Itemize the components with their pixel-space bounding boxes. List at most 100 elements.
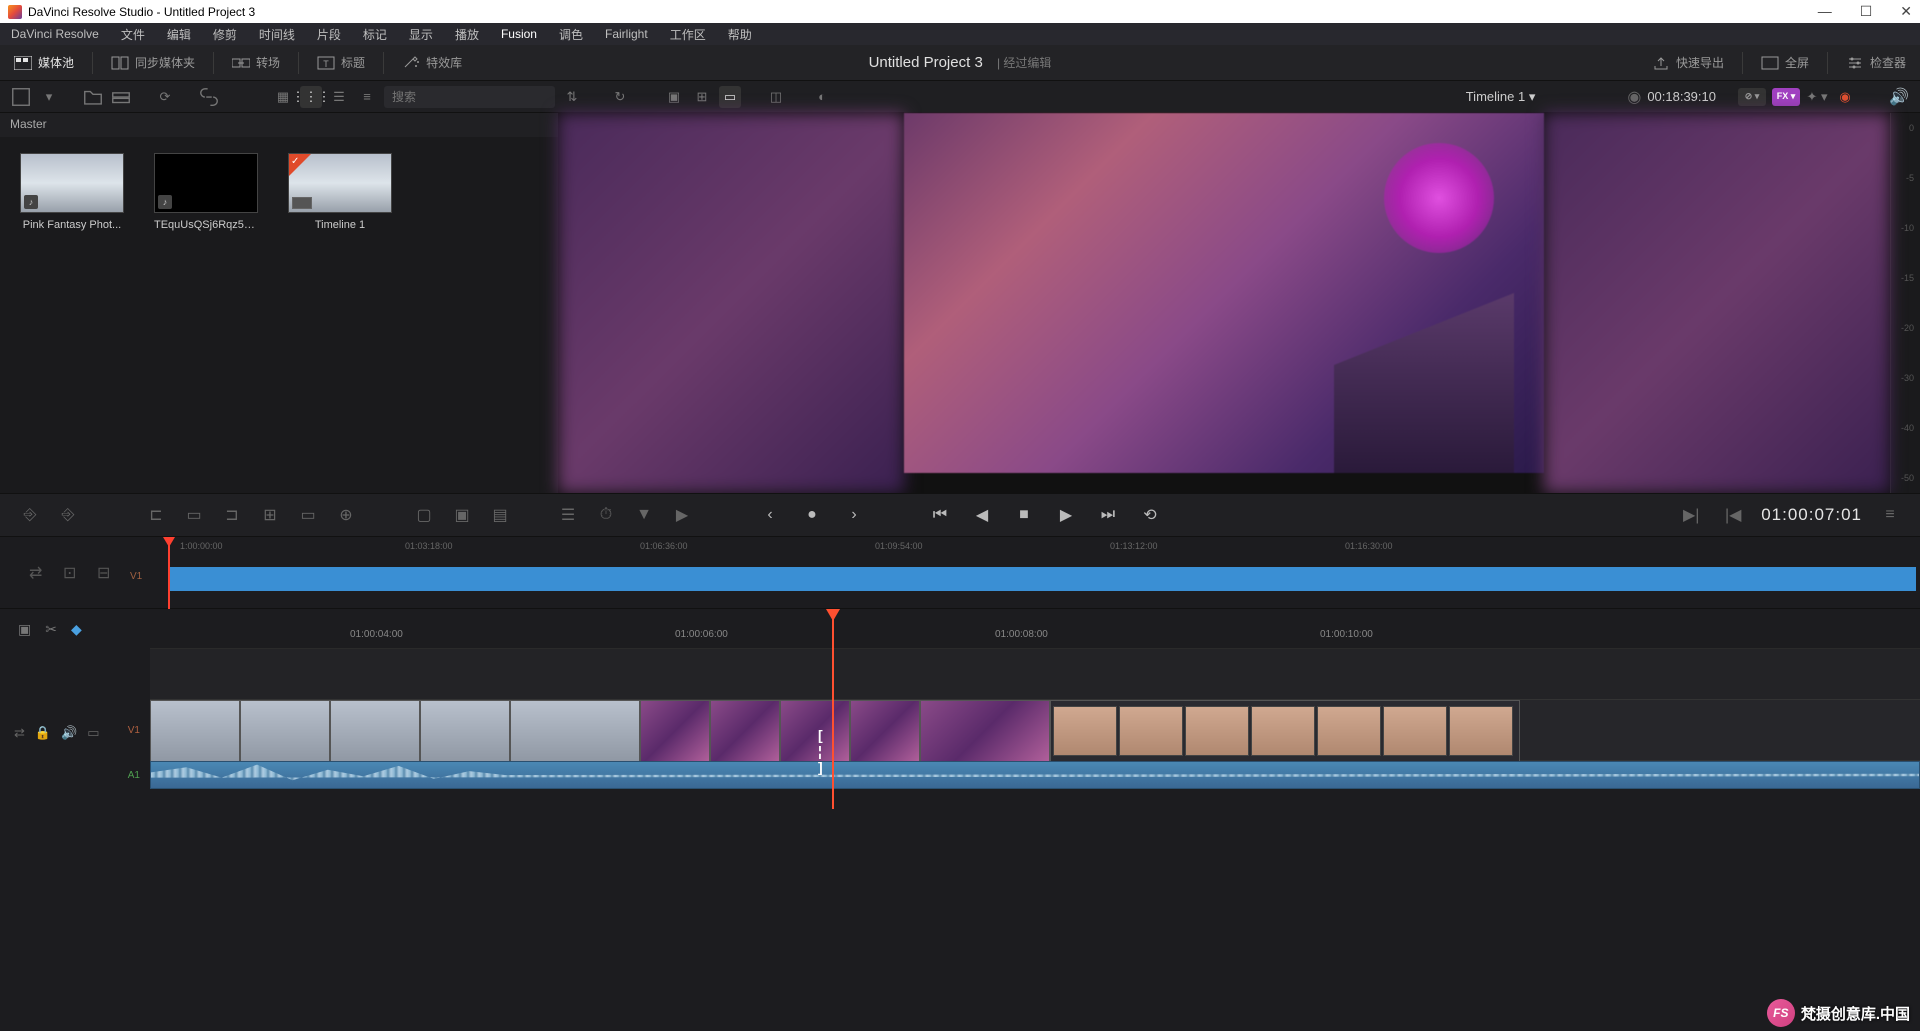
next-edit-button[interactable]: › [840,501,868,529]
strip-view-button[interactable]: ☰ [328,86,350,108]
list-view-button[interactable]: ≡ [356,86,378,108]
timeline-playhead[interactable]: [ ¦ ] [832,609,834,809]
menu-timeline[interactable]: 时间线 [248,26,306,43]
titles-toggle[interactable]: T 标题 [317,54,365,71]
timeline-ruler[interactable]: [ ¦ ] 01:00:04:0001:00:06:0001:00:08:000… [150,609,1920,649]
import-dropdown[interactable]: ▾ [38,86,60,108]
video-clip[interactable] [710,700,780,762]
wand-button[interactable]: ✦ ▾ [1806,86,1828,108]
loop-button[interactable]: ⟲ [1136,501,1164,529]
append-button[interactable]: ▭ [294,501,322,529]
menu-playback[interactable]: 播放 [444,26,490,43]
razor-button[interactable]: ✂ [45,621,57,638]
timeline-view-button[interactable]: ▣ [18,621,31,638]
jump-prev-button[interactable]: |◀ [1719,501,1747,529]
reverse-button[interactable]: ◀ [968,501,996,529]
menu-view[interactable]: 显示 [398,26,444,43]
stop-button[interactable]: ■ [1010,501,1038,529]
fullscreen-button[interactable]: 全屏 [1761,52,1809,74]
boring-detector-button[interactable]: ⎆ [16,501,44,529]
lock-button[interactable]: 🔒 [35,725,51,741]
video-button[interactable]: ▭ [87,725,99,741]
close-button[interactable]: ✕ [1900,3,1912,20]
tool-3[interactable]: ▤ [486,501,514,529]
tool-1[interactable]: ▢ [410,501,438,529]
sort-button[interactable]: ⇅ [561,86,583,108]
menu-color[interactable]: 调色 [548,26,594,43]
effects-toggle[interactable]: 特效库 [402,54,462,71]
menu-fusion[interactable]: Fusion [490,27,548,41]
mini-tool-3[interactable]: ⊟ [97,563,121,583]
menu-edit[interactable]: 编辑 [156,26,202,43]
menu-workspace[interactable]: 工作区 [659,26,717,43]
thumbnail-view-button[interactable]: ⋮⋮⋮ [300,86,322,108]
audio-clip[interactable] [150,761,1920,789]
bin-header[interactable]: Master [0,113,558,137]
timeline-options-button[interactable]: ≡ [1876,501,1904,529]
replace-button[interactable]: ⊐ [218,501,246,529]
guides-button[interactable]: ⊞ [691,86,713,108]
inspector-toggle[interactable]: 检查器 [1846,52,1906,74]
video-clip[interactable] [850,700,920,762]
video-clip[interactable] [420,700,510,762]
first-frame-button[interactable]: ⏮ [926,501,954,529]
scopes-button[interactable]: ◉ [1834,86,1856,108]
jump-next-button[interactable]: ▶| [1677,501,1705,529]
fast-button[interactable]: ▶ [668,501,696,529]
menu-davinci[interactable]: DaVinci Resolve [0,27,110,41]
audio-track-header[interactable]: A1 [0,761,150,789]
ripple-button[interactable]: ⊕ [332,501,360,529]
video-clip[interactable] [1050,700,1520,762]
clip-item[interactable]: ♪ Pink Fantasy Phot... [20,153,124,231]
video-clip[interactable] [240,700,330,762]
video-clip[interactable] [510,700,640,762]
options-button[interactable]: ☰ [554,501,582,529]
mini-playhead[interactable] [168,537,170,609]
video-clip[interactable] [150,700,240,762]
snap-button[interactable]: ◆ [71,621,82,638]
quickexport-button[interactable]: 快速导出 [1652,52,1724,74]
maximize-button[interactable]: ☐ [1860,3,1873,20]
import-button[interactable] [10,86,32,108]
reset-button[interactable]: ↻ [609,86,631,108]
record-timecode[interactable]: 01:00:07:01 [1761,505,1862,525]
tool-2[interactable]: ▣ [448,501,476,529]
minimize-button[interactable]: — [1818,3,1832,20]
menu-trim[interactable]: 修剪 [202,26,248,43]
search-input[interactable] [384,86,555,108]
mediapool-toggle[interactable]: 媒体池 [14,54,74,71]
camera-button[interactable]: ◐ [811,86,833,108]
menu-fairlight[interactable]: Fairlight [594,27,659,41]
smart-insert-button[interactable]: ⎆ [54,501,82,529]
video-clip[interactable] [780,700,850,762]
video-clip[interactable] [330,700,420,762]
auto-track-button[interactable]: ⇄ [14,725,25,741]
stop2-button[interactable]: ● [798,501,826,529]
menu-help[interactable]: 帮助 [717,26,763,43]
clip-item[interactable]: Timeline 1 [288,153,392,231]
prev-edit-button[interactable]: ‹ [756,501,784,529]
safe-area-button[interactable]: ▣ [663,86,685,108]
play-button[interactable]: ▶ [1052,501,1080,529]
video-clip[interactable] [920,700,1050,762]
menu-file[interactable]: 文件 [110,26,156,43]
fx-badge[interactable]: FX ▾ [1772,88,1800,106]
overwrite-button[interactable]: ▭ [180,501,208,529]
timeline-selector[interactable]: Timeline 1 ▾ [1466,89,1536,105]
fit-button[interactable]: ⊞ [256,501,284,529]
transitions-toggle[interactable]: 转场 [232,54,280,71]
mini-track-area[interactable]: 1:00:00:0001:03:18:0001:06:36:0001:09:54… [150,537,1920,608]
refresh-button[interactable]: ⟳ [154,86,176,108]
speed-button[interactable]: ⏱ [592,501,620,529]
mini-clip-bar[interactable] [168,567,1916,591]
mute-button[interactable]: 🔊 [1888,86,1910,108]
mini-tool-1[interactable]: ⇄ [29,563,53,583]
bypass-button[interactable]: ⊘ ▾ [1738,88,1766,106]
last-frame-button[interactable]: ⏭ [1094,501,1122,529]
menu-clip[interactable]: 片段 [306,26,352,43]
link-button[interactable] [198,86,220,108]
new-timeline-button[interactable] [110,86,132,108]
tools-button[interactable]: ▭ [719,86,741,108]
mini-tool-2[interactable]: ⊡ [63,563,87,583]
menu-mark[interactable]: 标记 [352,26,398,43]
